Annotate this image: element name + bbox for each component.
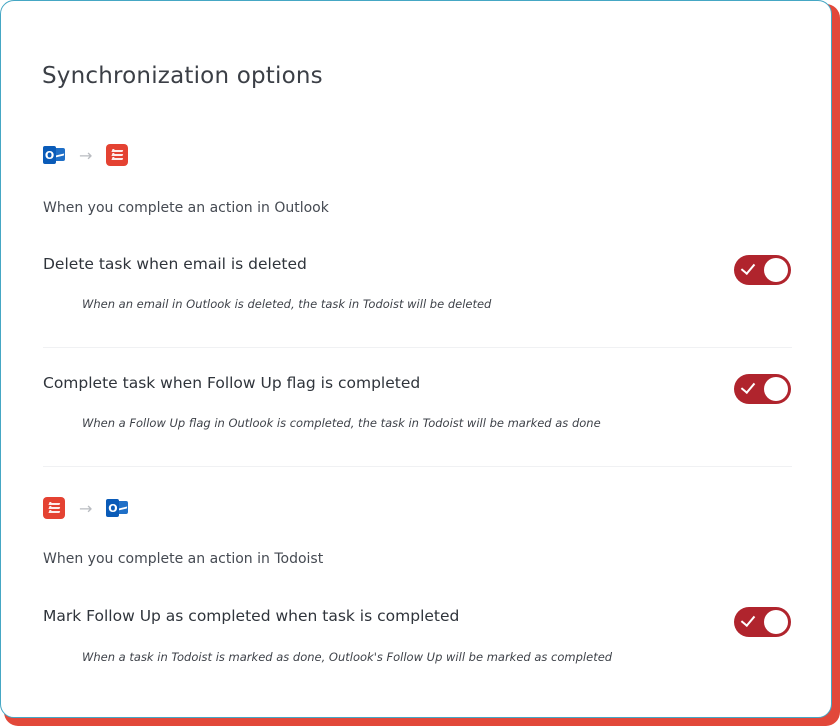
page-title: Synchronization options — [42, 63, 323, 89]
toggle-delete-task[interactable] — [734, 255, 791, 285]
todoist-icon — [43, 497, 65, 519]
option-desc-complete-task: When a Follow Up flag in Outlook is comp… — [82, 416, 601, 430]
option-label-complete-task: Complete task when Follow Up flag is com… — [43, 374, 421, 392]
option-desc-delete-task: When an email in Outlook is deleted, the… — [82, 297, 492, 311]
option-label-delete-task: Delete task when email is deleted — [43, 255, 307, 273]
arrow-right-icon: → — [79, 145, 93, 165]
toggle-knob — [764, 610, 788, 634]
todoist-icon — [106, 144, 129, 166]
sync-options-card: Synchronization options O → When you com… — [0, 0, 832, 718]
check-icon — [740, 378, 756, 395]
arrow-right-icon: → — [79, 498, 93, 518]
divider — [43, 466, 792, 467]
section-heading-todoist: When you complete an action in Todoist — [43, 551, 324, 567]
sync-direction-outlook-to-todoist: O → — [43, 144, 129, 166]
check-icon — [740, 611, 756, 628]
sync-direction-todoist-to-outlook: → O — [43, 497, 129, 519]
section-heading-outlook: When you complete an action in Outlook — [43, 200, 329, 216]
divider — [43, 347, 792, 348]
toggle-complete-task[interactable] — [734, 374, 791, 404]
toggle-knob — [764, 377, 788, 401]
toggle-knob — [764, 258, 788, 282]
toggle-mark-follow-up[interactable] — [734, 607, 791, 637]
check-icon — [740, 259, 756, 276]
outlook-icon: O — [43, 144, 65, 166]
option-desc-mark-follow-up: When a task in Todoist is marked as done… — [82, 650, 613, 664]
option-label-mark-follow-up: Mark Follow Up as completed when task is… — [43, 607, 460, 625]
outlook-icon: O — [106, 497, 129, 519]
